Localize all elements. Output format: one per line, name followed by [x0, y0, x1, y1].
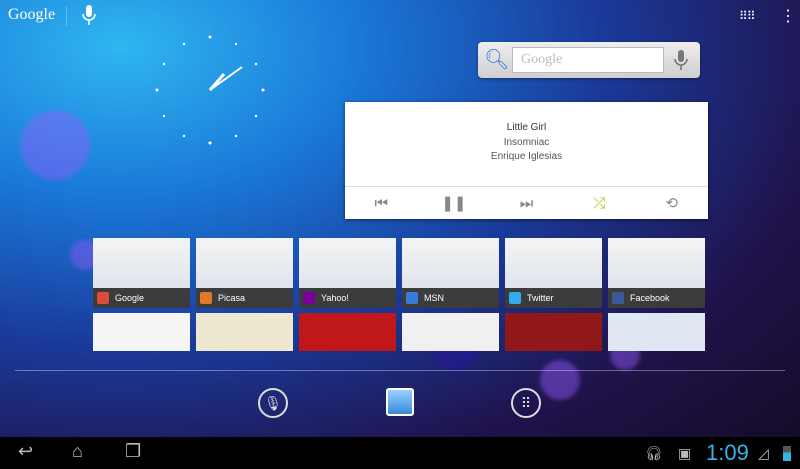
site-favicon-icon: [612, 292, 624, 304]
divider: [66, 6, 67, 26]
bookmark-label: Facebook: [608, 288, 705, 308]
headphones-icon: 🎧︎: [645, 445, 663, 461]
bookmark-label: Twitter: [505, 288, 602, 308]
clock-time[interactable]: 1:09: [706, 440, 749, 466]
battery-icon: [783, 446, 791, 461]
bookmark-thumbnail[interactable]: [402, 313, 499, 351]
all-apps-icon[interactable]: ⠿⠿: [739, 9, 756, 23]
bookmark-thumbnail[interactable]: [299, 313, 396, 351]
voice-search-dock-icon[interactable]: 🎙︎: [258, 388, 288, 418]
bookmark-facebook[interactable]: Facebook: [608, 238, 705, 308]
signal-icon: ◿: [758, 445, 769, 461]
pause-icon[interactable]: ❚❚: [418, 187, 491, 219]
voice-search-icon[interactable]: [674, 49, 688, 71]
bookmark-label: Yahoo!: [299, 288, 396, 308]
music-widget: Little Girl Insomniac Enrique Iglesias ⏮…: [345, 102, 708, 219]
bookmark-twitter[interactable]: Twitter: [505, 238, 602, 308]
bookmark-label: MSN: [402, 288, 499, 308]
album-name: Insomniac: [503, 137, 550, 148]
site-favicon-icon: [303, 292, 315, 304]
picture-notification-icon: ▣: [678, 445, 692, 461]
previous-icon[interactable]: ⏮: [345, 187, 418, 219]
bookmark-thumbnail[interactable]: [93, 313, 190, 351]
bookmark-yahoo[interactable]: Yahoo!: [299, 238, 396, 308]
site-favicon-icon: [97, 292, 109, 304]
back-icon[interactable]: ↩: [18, 441, 33, 462]
bookmark-label: Picasa: [196, 288, 293, 308]
site-favicon-icon: [509, 292, 521, 304]
bookmark-msn[interactable]: MSN: [402, 238, 499, 308]
site-favicon-icon: [406, 292, 418, 304]
bookmark-google[interactable]: Google: [93, 238, 190, 308]
all-apps-dock-icon[interactable]: ⠿: [511, 388, 541, 418]
google-search-label[interactable]: Google: [8, 6, 55, 24]
next-icon[interactable]: ⏭: [490, 187, 563, 219]
bookmark-picasa[interactable]: Picasa: [196, 238, 293, 308]
system-nav-bar: ↩ ⌂ ❐ 🎧︎ ▣ 1:09 ◿: [0, 437, 800, 469]
bookmark-thumbnail[interactable]: [196, 313, 293, 351]
artist-name: Enrique Iglesias: [490, 151, 563, 162]
bookmark-label: Google: [93, 288, 190, 308]
site-favicon-icon: [200, 292, 212, 304]
bookmark-thumbnail[interactable]: [608, 313, 705, 351]
search-icon: 🔍︎: [484, 49, 510, 71]
search-input[interactable]: Google: [512, 47, 664, 73]
analog-clock[interactable]: [150, 30, 270, 150]
mic-icon[interactable]: [80, 4, 98, 26]
home-icon[interactable]: ⌂: [72, 441, 83, 462]
repeat-icon[interactable]: ⟲: [635, 187, 708, 219]
overflow-menu-icon[interactable]: ⋮: [780, 6, 796, 26]
dock-divider: [15, 370, 785, 371]
search-widget[interactable]: 🔍︎ Google: [478, 42, 700, 78]
contacts-app-icon[interactable]: [386, 388, 414, 416]
recent-apps-icon[interactable]: ❐: [125, 441, 141, 462]
track-title: Little Girl: [506, 122, 547, 133]
bookmark-thumbnail[interactable]: [505, 313, 602, 351]
shuffle-icon[interactable]: ⤮: [563, 187, 636, 219]
